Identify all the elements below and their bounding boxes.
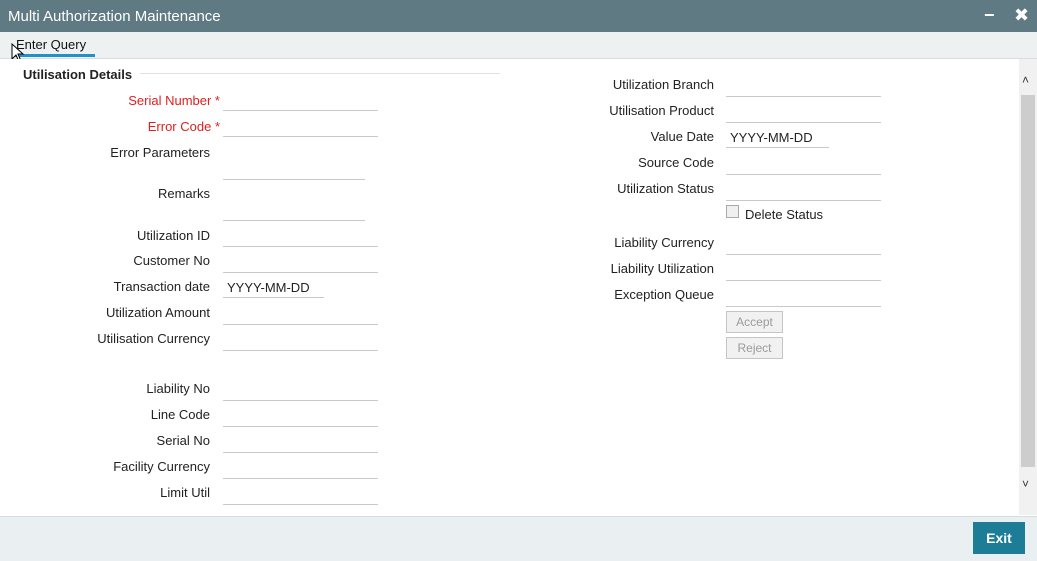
- value-date-input[interactable]: [726, 128, 829, 148]
- error-code-input[interactable]: [223, 117, 378, 137]
- scroll-down-icon[interactable]: ˅: [1022, 477, 1029, 491]
- facility-currency-label: Facility Currency: [113, 459, 210, 474]
- delete-status-checkbox[interactable]: [726, 205, 739, 218]
- transaction-date-input[interactable]: [223, 278, 324, 298]
- remarks-input[interactable]: [223, 201, 365, 221]
- section-title: Utilisation Details: [23, 67, 133, 82]
- utilization-id-input[interactable]: [223, 227, 378, 247]
- utilization-branch-label: Utilization Branch: [612, 77, 714, 92]
- liability-currency-input[interactable]: [726, 235, 881, 255]
- utilisation-product-input[interactable]: [726, 103, 881, 123]
- serial-number-input[interactable]: [223, 91, 378, 111]
- error-code-label: Error Code *: [147, 119, 220, 134]
- section-divider: [140, 73, 500, 74]
- remarks-label: Remarks: [157, 186, 210, 201]
- title-bar: Multi Authorization Maintenance − ✖: [0, 0, 1037, 32]
- liability-utilization-label: Liability Utilization: [610, 261, 714, 276]
- source-code-label: Source Code: [638, 155, 714, 170]
- window-title: Multi Authorization Maintenance: [8, 8, 221, 25]
- utilization-status-label: Utilization Status: [617, 181, 714, 196]
- transaction-date-label: Transaction date: [113, 279, 210, 294]
- utilization-amount-input[interactable]: [223, 305, 378, 325]
- scrollbar-thumb[interactable]: [1021, 95, 1035, 467]
- liability-currency-label: Liability Currency: [614, 235, 714, 250]
- exit-button[interactable]: Exit: [973, 522, 1025, 554]
- serial-number-label: Serial Number *: [128, 93, 220, 108]
- footer-bar: [0, 516, 1037, 561]
- utilisation-product-label: Utilisation Product: [609, 103, 714, 118]
- error-parameters-input[interactable]: [223, 160, 365, 180]
- value-date-label: Value Date: [650, 129, 714, 144]
- reject-button[interactable]: Reject: [726, 337, 783, 359]
- line-code-label: Line Code: [150, 407, 210, 422]
- utilization-branch-input[interactable]: [726, 77, 881, 97]
- utilization-amount-label: Utilization Amount: [105, 305, 210, 320]
- vertical-scrollbar[interactable]: ˄ ˅: [1019, 59, 1037, 515]
- utilization-id-label: Utilization ID: [137, 228, 210, 243]
- serial-no-label: Serial No: [156, 433, 210, 448]
- line-code-input[interactable]: [223, 407, 378, 427]
- limit-util-input[interactable]: [223, 485, 378, 505]
- minimize-icon[interactable]: −: [984, 5, 995, 26]
- limit-util-label: Limit Util: [160, 485, 210, 500]
- close-icon[interactable]: ✖: [1014, 5, 1029, 26]
- liability-utilization-input[interactable]: [726, 261, 881, 281]
- delete-status-label: Delete Status: [745, 207, 824, 222]
- exception-queue-label: Exception Queue: [614, 287, 714, 302]
- utilization-status-input[interactable]: [726, 181, 881, 201]
- enter-query-button[interactable]: Enter Query: [16, 37, 86, 52]
- scroll-up-icon[interactable]: ˄: [1022, 73, 1029, 87]
- utilisation-currency-input[interactable]: [223, 331, 378, 351]
- customer-no-label: Customer No: [133, 253, 210, 268]
- error-parameters-label: Error Parameters: [110, 145, 210, 160]
- facility-currency-input[interactable]: [223, 459, 378, 479]
- liability-no-input[interactable]: [223, 381, 378, 401]
- liability-no-label: Liability No: [146, 381, 210, 396]
- source-code-input[interactable]: [726, 155, 881, 175]
- serial-no-input[interactable]: [223, 433, 378, 453]
- toolbar: Enter Query: [0, 32, 1037, 59]
- accept-button[interactable]: Accept: [726, 311, 783, 333]
- exception-queue-input[interactable]: [726, 287, 881, 307]
- customer-no-input[interactable]: [223, 253, 378, 273]
- utilisation-currency-label: Utilisation Currency: [97, 331, 210, 346]
